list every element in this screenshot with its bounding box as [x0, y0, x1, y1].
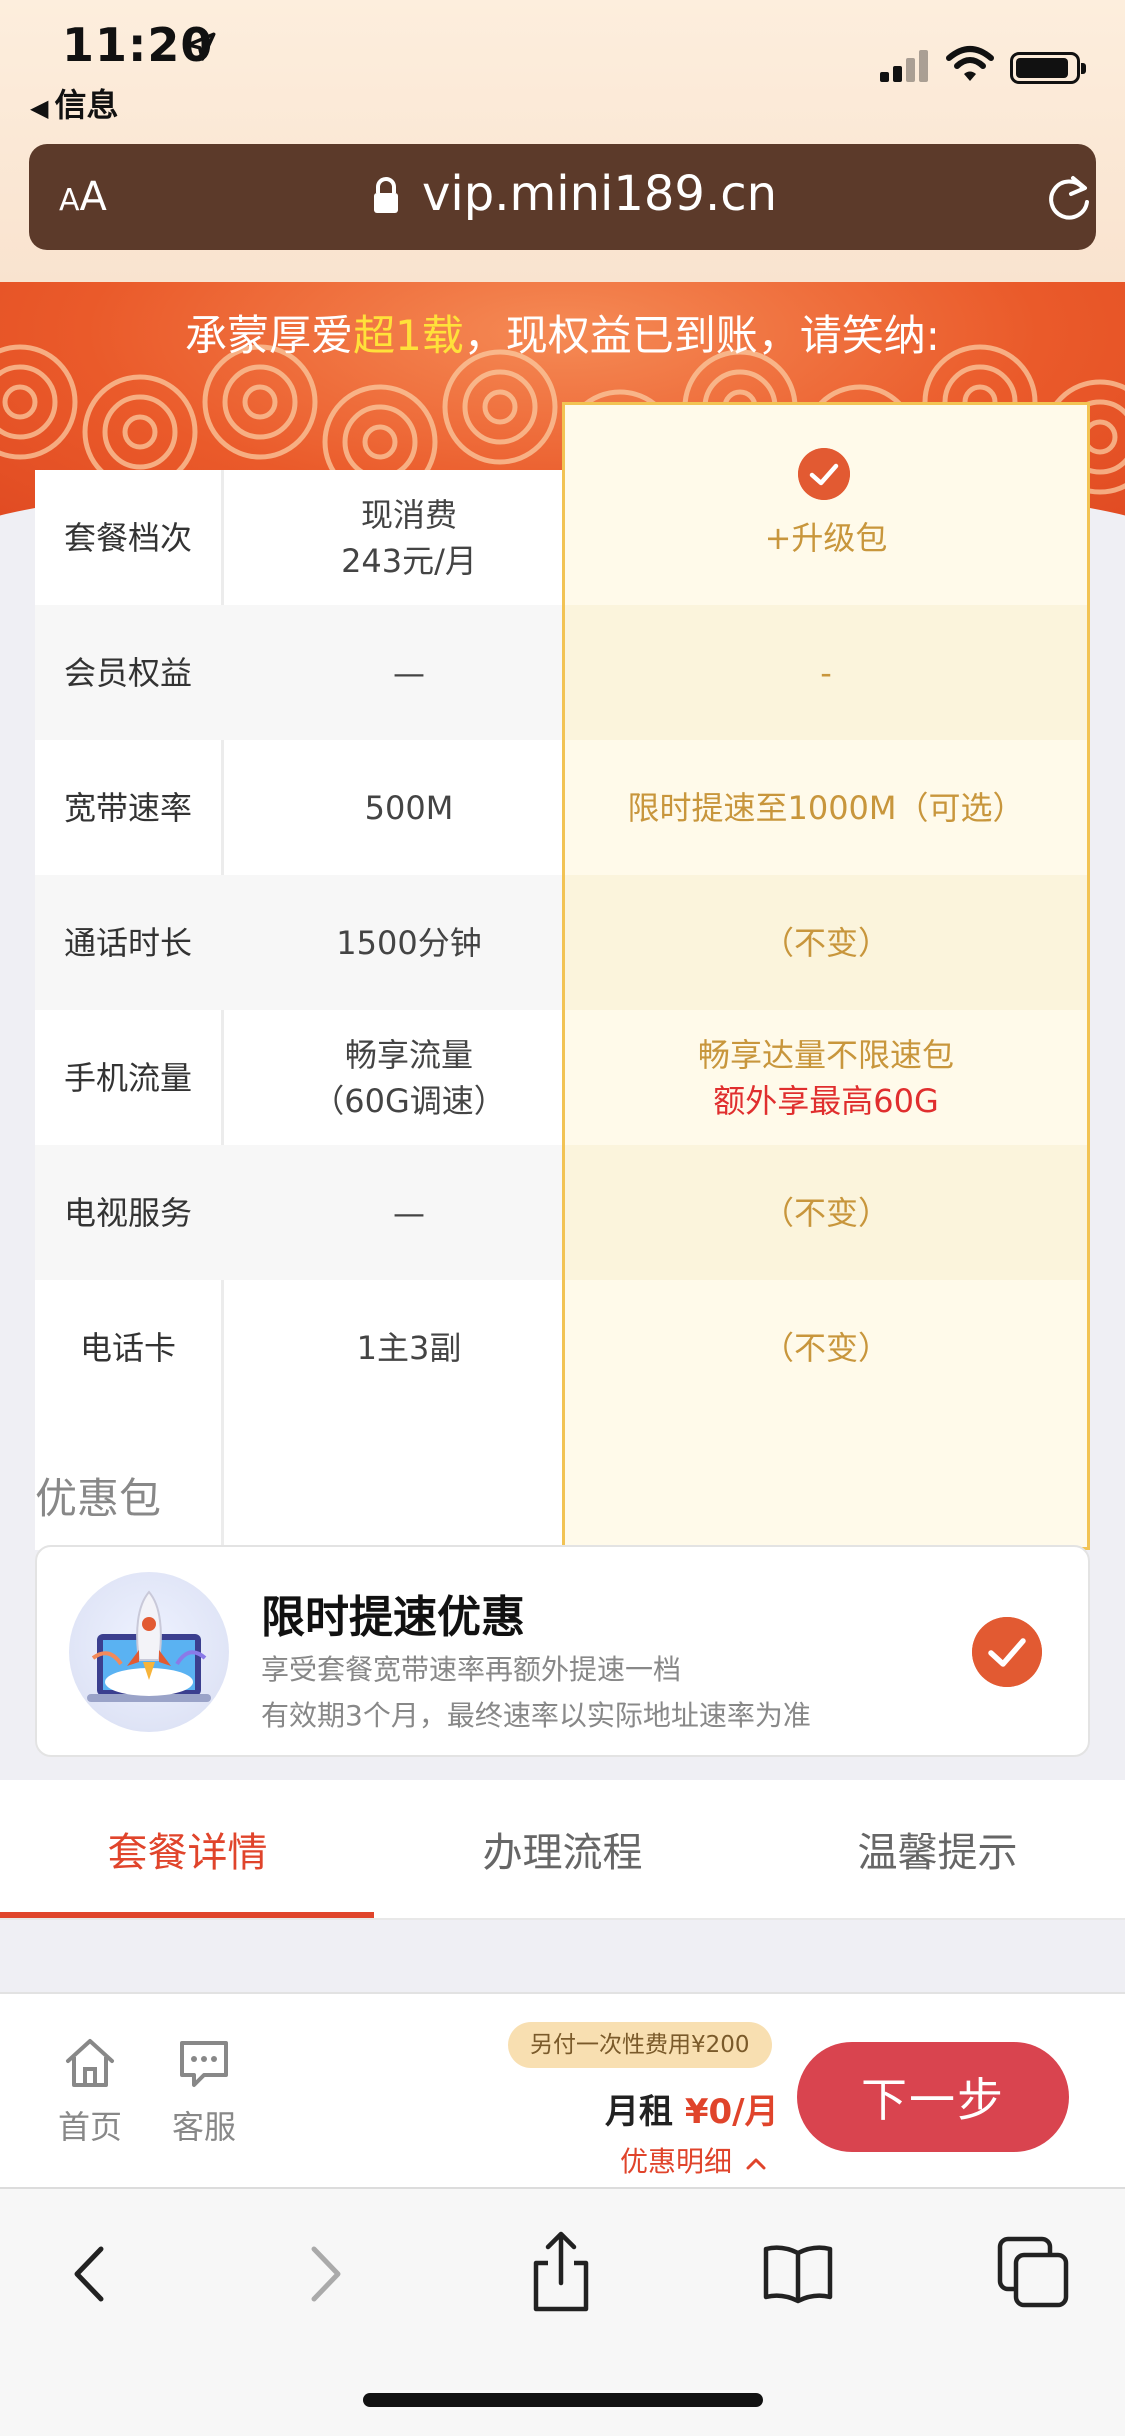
current-value: 现消费 243元/月: [223, 470, 595, 605]
home-button[interactable]: 首页: [40, 2030, 140, 2148]
rent-label: 月租: [605, 2092, 673, 2132]
home-icon: [66, 2039, 114, 2087]
table-row: 会员权益 — -: [35, 605, 1090, 740]
table-row: 通话时长 1500分钟 （不变）: [35, 875, 1090, 1010]
table-row: 宽带速率 500M 限时提速至1000M（可选）: [35, 740, 1090, 875]
banner-title-part2: ，现权益已到账，请笑纳:: [463, 311, 940, 360]
current-line: 243元/月: [341, 541, 477, 580]
battery-icon: [1010, 52, 1086, 84]
upgrade-value: （不变）: [761, 923, 890, 962]
address-bar[interactable]: AA vip.mini189.cn: [29, 144, 1096, 250]
active-tab-indicator: [0, 1912, 374, 1918]
upgrade-value: 畅享达量不限速包 额外享最高60G: [562, 1010, 1090, 1145]
chat-icon: [180, 2041, 228, 2087]
tabs-icon[interactable]: [996, 2235, 1070, 2309]
discount-detail-link[interactable]: 优惠明细: [620, 2140, 767, 2180]
upgrade-value: +升级包: [562, 470, 1090, 605]
promo-title: 限时提速优惠: [261, 1592, 525, 1643]
upgrade-line: 畅享达量不限速包: [697, 1035, 954, 1074]
upgrade-value: （不变）: [761, 1328, 890, 1367]
promo-description: 享受套餐宽带速率再额外提速一档 有效期3个月，最终速率以实际地址速率为准: [261, 1647, 811, 1739]
promo-desc-line: 享受套餐宽带速率再额外提速一档: [261, 1653, 682, 1686]
current-value: —: [393, 653, 425, 692]
row-label: 套餐档次: [63, 518, 192, 557]
row-label: 会员权益: [63, 653, 192, 692]
monthly-rent: 月租 ¥0/月: [605, 2084, 779, 2133]
table-row: 手机流量 畅享流量 （60G调速） 畅享达量不限速包 额外享最高60G: [35, 1010, 1090, 1145]
wifi-icon: [946, 46, 994, 81]
upgrade-value: 限时提速至1000M（可选）: [627, 788, 1025, 827]
promo-section-title: 优惠包: [35, 1474, 162, 1523]
home-indicator: [363, 2393, 763, 2407]
lock-icon: [374, 177, 398, 213]
cellular-signal-icon: [880, 50, 930, 82]
url-text[interactable]: vip.mini189.cn: [422, 166, 777, 222]
reload-icon[interactable]: [1043, 170, 1095, 226]
upgrade-value: -: [820, 653, 832, 692]
banner-title: 承蒙厚爱超1载，现权益已到账，请笑纳:: [0, 302, 1125, 363]
back-triangle-icon: ◀: [30, 94, 49, 122]
tab-tips[interactable]: 温馨提示: [750, 1820, 1125, 1878]
home-label: 首页: [57, 2108, 122, 2146]
share-icon[interactable]: [528, 2229, 594, 2315]
rent-price: ¥0/月: [684, 2092, 779, 2132]
table-row: 套餐档次 现消费 243元/月 +升级包: [35, 470, 1090, 605]
browser-chrome: 11:20 ◀ 信息 AA vip.mini189.cn: [0, 0, 1125, 282]
row-label: 手机流量: [63, 1058, 192, 1097]
forward-arrow-icon[interactable]: [300, 2239, 350, 2309]
banner-title-highlight: 超1载: [353, 311, 464, 360]
current-value: 500M: [364, 788, 454, 827]
current-value: 畅享流量 （60G调速）: [223, 1010, 595, 1145]
service-label: 客服: [171, 2108, 236, 2146]
one-time-fee-badge: 另付一次性费用¥200: [508, 2022, 772, 2068]
current-value: —: [393, 1193, 425, 1232]
detail-tabs: 套餐详情 办理流程 温馨提示: [0, 1780, 1125, 1920]
row-label: 电视服务: [63, 1193, 192, 1232]
customer-service-button[interactable]: 客服: [154, 2030, 254, 2148]
bookmarks-icon[interactable]: [762, 2241, 834, 2305]
back-arrow-icon[interactable]: [65, 2239, 115, 2309]
text-size-button[interactable]: AA: [59, 174, 107, 220]
back-app-label: 信息: [54, 86, 119, 124]
current-line: 现消费: [360, 495, 457, 534]
next-step-button[interactable]: 下一步: [797, 2042, 1069, 2152]
promo-selected-check-icon[interactable]: [972, 1617, 1042, 1687]
bottom-action-bar: 首页 客服 另付一次性费用¥200 月租 ¥0/月 优惠明细 下一步: [0, 1992, 1125, 2187]
upgrade-line: +升级包: [764, 518, 888, 557]
row-label: 电话卡: [79, 1328, 176, 1367]
location-arrow-icon: [186, 32, 216, 61]
current-value: 1500分钟: [336, 923, 482, 962]
rocket-laptop-icon: [69, 1572, 229, 1732]
row-label: 宽带速率: [63, 788, 192, 827]
promo-card[interactable]: 限时提速优惠 享受套餐宽带速率再额外提速一档 有效期3个月，最终速率以实际地址速…: [35, 1545, 1090, 1757]
table-row: 电视服务 — （不变）: [35, 1145, 1090, 1280]
tab-process[interactable]: 办理流程: [375, 1820, 750, 1878]
banner-title-part1: 承蒙厚爱: [185, 311, 354, 360]
current-line: 畅享流量: [344, 1035, 473, 1074]
upgrade-highlight-line: 额外享最高60G: [713, 1081, 939, 1120]
back-to-app-link[interactable]: ◀ 信息: [30, 80, 118, 126]
upgrade-value: （不变）: [761, 1193, 890, 1232]
chevron-up-icon: [746, 2158, 766, 2170]
current-line: （60G调速）: [312, 1081, 506, 1120]
row-label: 通话时长: [63, 923, 192, 962]
discount-detail-label: 优惠明细: [620, 2145, 733, 2178]
table-row: 电话卡 1主3副 （不变）: [35, 1280, 1090, 1415]
tab-plan-details[interactable]: 套餐详情: [0, 1820, 375, 1878]
current-value: 1主3副: [356, 1328, 462, 1367]
promo-desc-line: 有效期3个月，最终速率以实际地址速率为准: [261, 1699, 811, 1732]
